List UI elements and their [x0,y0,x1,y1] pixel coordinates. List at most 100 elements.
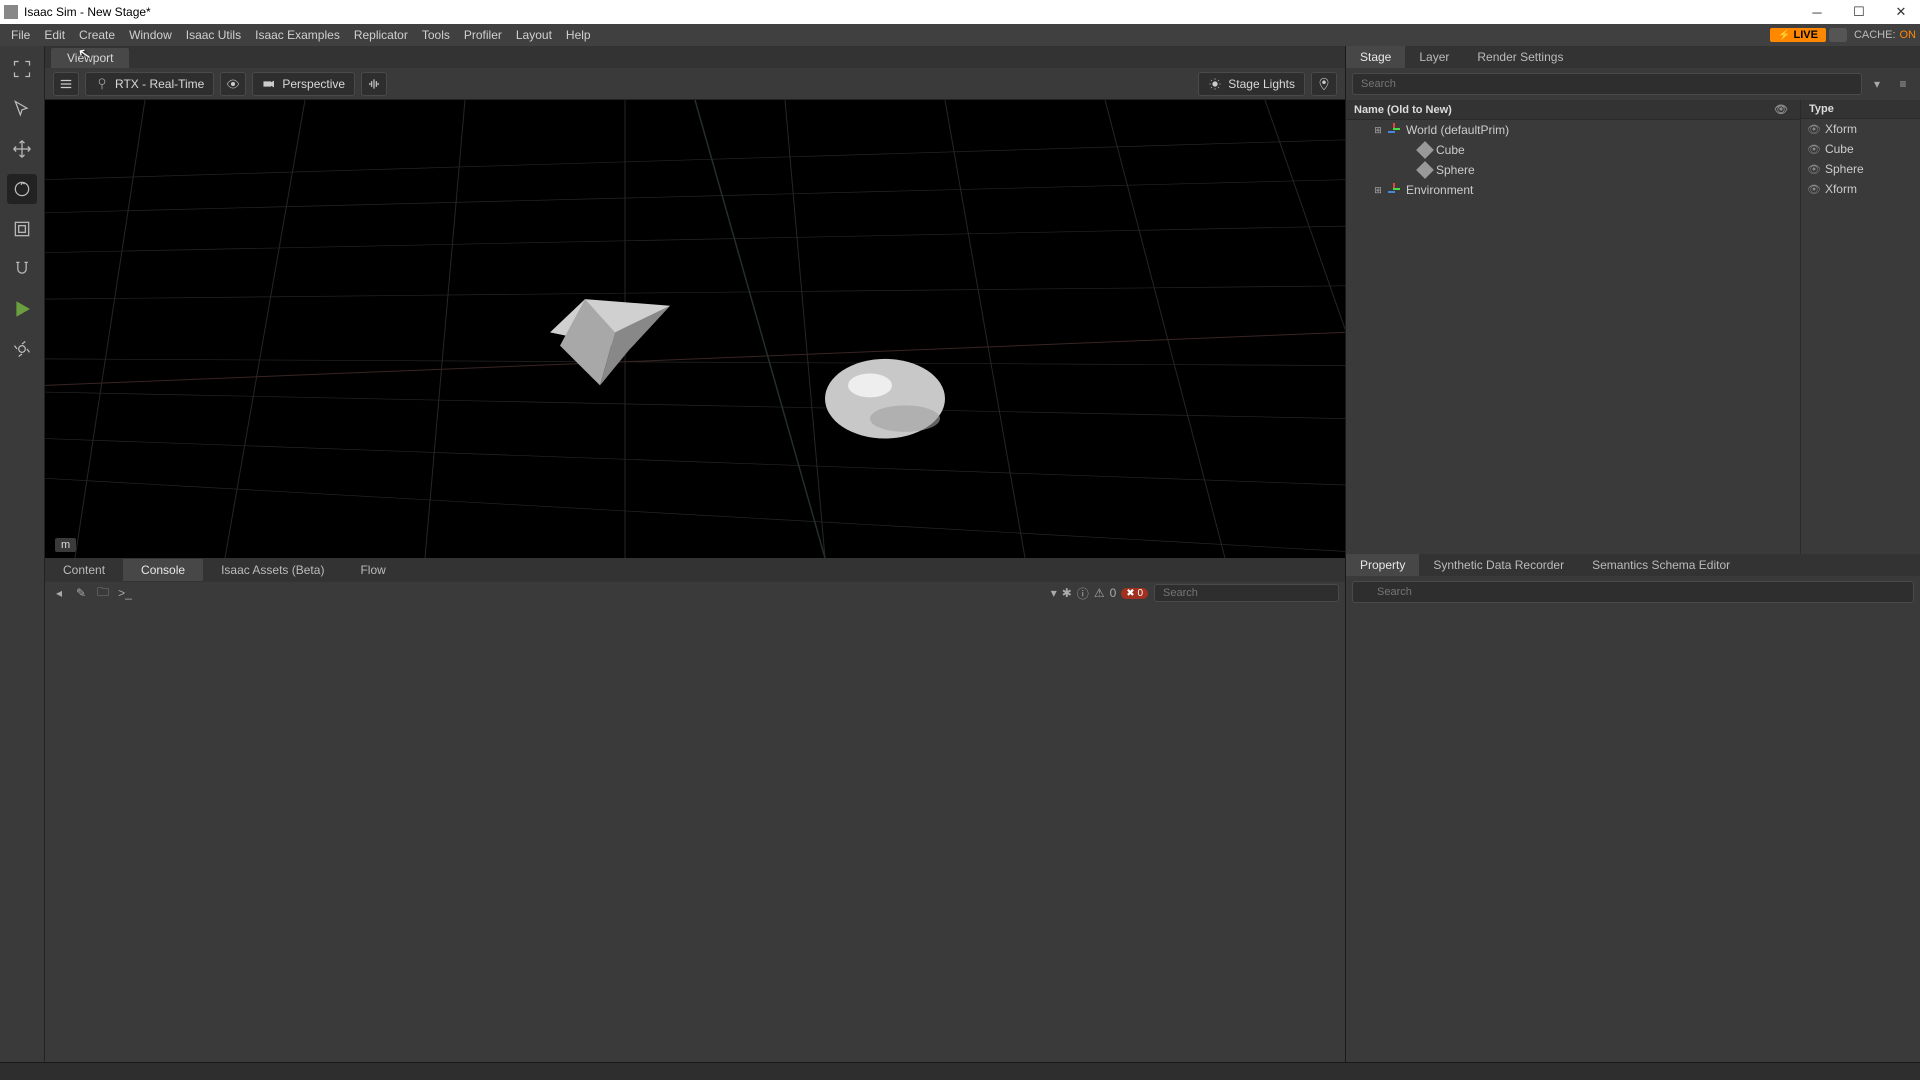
tree-item-environment[interactable]: ⊞Environment [1346,180,1800,200]
visibility-header-icon[interactable]: 👁 [1774,103,1788,116]
menu-replicator[interactable]: Replicator [347,24,415,46]
live-toggle[interactable] [1829,28,1847,42]
live-badge[interactable]: LIVE [1770,28,1826,42]
verbose-icon[interactable]: ✱ [1062,586,1072,600]
tree-label: Cube [1436,143,1465,157]
tab-stage[interactable]: Stage [1346,46,1405,68]
cache-status: ON [1900,29,1917,41]
menu-window[interactable]: Window [122,24,179,46]
mesh-icon [1416,141,1434,159]
warning-icon[interactable]: ⚠ [1094,586,1105,600]
tree-item-sphere[interactable]: Sphere [1346,160,1800,180]
visibility-toggle-icon[interactable]: 👁 [1807,123,1821,136]
maximize-button[interactable]: ☐ [1852,5,1866,19]
type-label: Xform [1825,122,1857,136]
frame-tool-icon[interactable] [7,54,37,84]
tab-property[interactable]: Property [1346,554,1419,576]
tab-console[interactable]: Console [123,559,203,581]
viewport-settings-icon[interactable] [53,72,79,96]
menu-profiler[interactable]: Profiler [457,24,509,46]
type-label: Xform [1825,182,1857,196]
axis-icon [1388,183,1402,197]
camera-chip[interactable]: Perspective [252,72,355,96]
type-label: Cube [1825,142,1854,156]
location-icon[interactable] [1311,72,1337,96]
type-row: 👁 Xform [1801,179,1920,199]
console-body [45,604,1345,1062]
scale-tool-icon[interactable] [7,214,37,244]
renderer-chip[interactable]: RTX - Real-Time [85,72,214,96]
menu-file[interactable]: File [4,24,37,46]
titlebar: Isaac Sim - New Stage* ─ ☐ ✕ [0,0,1920,24]
error-badge[interactable]: ✖ 0 [1121,588,1148,599]
viewport-toolbar: RTX - Real-Time Perspective Stage Lights [45,68,1345,100]
menu-layout[interactable]: Layout [509,24,559,46]
select-tool-icon[interactable] [7,94,37,124]
property-search-input[interactable] [1352,581,1914,603]
mesh-icon [1416,161,1434,179]
tab-semantics[interactable]: Semantics Schema Editor [1578,554,1744,576]
visibility-toggle-icon[interactable]: 👁 [1807,163,1821,176]
stage-search-input[interactable] [1352,73,1862,95]
menu-isaac-utils[interactable]: Isaac Utils [179,24,248,46]
filter-icon[interactable]: ▾ [1051,586,1057,600]
scene-cube[interactable] [550,299,670,385]
viewport-tab[interactable]: Viewport [51,48,129,68]
tree-label: World (defaultPrim) [1406,123,1509,137]
menubar: File Edit Create Window Isaac Utils Isaa… [0,24,1920,46]
tab-flow[interactable]: Flow [342,559,403,581]
tab-layer[interactable]: Layer [1405,46,1463,68]
console-back-icon[interactable]: ◂ [51,585,67,601]
tree-item-world-defaultprim-[interactable]: ⊞ World (defaultPrim) [1346,120,1800,140]
visibility-toggle-icon[interactable]: 👁 [1807,183,1821,196]
stage-filter-icon[interactable]: ▾ [1866,73,1888,95]
lights-label: Stage Lights [1228,77,1295,91]
tree-header-type[interactable]: Type [1801,100,1920,119]
play-button-icon[interactable] [7,294,37,324]
scene-sphere[interactable] [825,359,945,439]
tab-isaac-assets[interactable]: Isaac Assets (Beta) [203,559,342,581]
console-folder-icon[interactable]: 🗀 [95,585,111,601]
tab-synthetic-data[interactable]: Synthetic Data Recorder [1419,554,1578,576]
property-tabs: Property Synthetic Data Recorder Semanti… [1346,554,1920,576]
console-search-input[interactable] [1154,584,1339,602]
move-tool-icon[interactable] [7,134,37,164]
visibility-icon[interactable] [220,72,246,96]
audio-icon[interactable] [361,72,387,96]
tab-content[interactable]: Content [45,559,123,581]
app-icon [4,5,18,19]
stage-tabs: Stage Layer Render Settings [1346,46,1920,68]
tab-render-settings[interactable]: Render Settings [1463,46,1577,68]
viewport-tab-row: Viewport [45,46,1345,68]
snap-tool-icon[interactable] [7,254,37,284]
type-row: 👁 Xform [1801,119,1920,139]
menu-tools[interactable]: Tools [415,24,457,46]
info-icon[interactable]: ⓘ [1077,585,1089,602]
stage-options-icon[interactable]: ≡ [1892,73,1914,95]
menu-help[interactable]: Help [559,24,598,46]
console-edit-icon[interactable]: ✎ [73,585,89,601]
expand-icon[interactable]: ⊞ [1372,125,1384,136]
sim-settings-icon[interactable] [7,334,37,364]
type-row: 👁Sphere [1801,159,1920,179]
close-button[interactable]: ✕ [1894,5,1908,19]
console-terminal-icon[interactable]: >_ [117,585,133,601]
lights-chip[interactable]: Stage Lights [1198,72,1305,96]
menu-isaac-examples[interactable]: Isaac Examples [248,24,347,46]
window-title: Isaac Sim - New Stage* [24,5,1810,19]
tree-item-cube[interactable]: Cube [1346,140,1800,160]
property-body [1346,608,1920,1062]
stage-tree: Name (Old to New) 👁 ⊞ World (defaultPrim) C… [1346,100,1920,554]
statusbar [0,1062,1920,1080]
menu-edit[interactable]: Edit [37,24,72,46]
tree-header-name[interactable]: Name (Old to New) [1354,104,1452,116]
minimize-button[interactable]: ─ [1810,5,1824,19]
visibility-toggle-icon[interactable]: 👁 [1807,143,1821,156]
viewport-canvas[interactable]: m [45,100,1345,558]
axis-icon [1388,123,1402,137]
renderer-label: RTX - Real-Time [115,77,204,91]
console-toolbar: ◂ ✎ 🗀 >_ ▾ ✱ ⓘ ⚠ 0 ✖ 0 [45,582,1345,604]
expand-icon[interactable]: ⊞ [1372,185,1384,196]
menu-create[interactable]: Create [72,24,122,46]
rotate-tool-icon[interactable] [7,174,37,204]
